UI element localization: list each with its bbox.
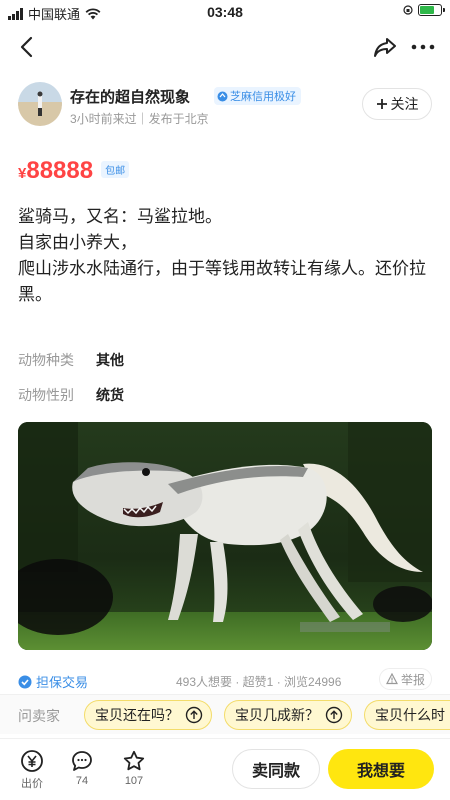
attribute-row: 动物性别 统货 [18, 377, 432, 412]
back-chevron-icon[interactable] [14, 34, 40, 60]
status-right [403, 4, 445, 16]
free-shipping-tag: 包邮 [101, 161, 130, 178]
description-line: 爬山涉水水陆通行，由于等钱用故转让有缘人。还价拉黑。 [18, 259, 426, 304]
favorites-count: 107 [124, 775, 144, 787]
follow-label: 关注 [390, 96, 419, 112]
favorite-button[interactable]: 107 [114, 749, 154, 787]
rotation-lock-icon [403, 5, 413, 15]
report-button[interactable]: 举报 [378, 668, 432, 690]
comments-button[interactable]: 74 [62, 749, 102, 787]
clock-time: 03:48 [207, 4, 243, 20]
nav-bar [0, 30, 450, 64]
star-icon [123, 750, 145, 771]
yen-coin-icon [21, 750, 43, 772]
sell-same-button[interactable]: 卖同款 [232, 749, 320, 789]
seller-header: 存在的超自然现象 芝麻信用极好 3小时前来过｜发布于北京 关注 [18, 82, 432, 130]
credit-badge: 芝麻信用极好 [214, 87, 301, 105]
item-description: 鲨骑马，又名：马鲨拉地。 自家由小养大， 爬山涉水水陆通行，由于等钱用故转让有缘… [18, 204, 432, 308]
shield-icon [18, 675, 32, 688]
attribute-row: 动物种类 其他 [18, 342, 432, 377]
seller-avatar[interactable] [18, 82, 62, 126]
credit-badge-label: 芝麻信用极好 [230, 91, 296, 103]
bottom-action-bar: 出价 74 107 卖同款 我想要 [0, 738, 450, 800]
quick-question-chip[interactable]: 宝贝什么时 [364, 700, 450, 730]
price-row: ¥ 88888 包邮 [18, 157, 130, 185]
more-dots-icon[interactable] [408, 34, 438, 60]
attribute-value: 其他 [96, 351, 124, 368]
bid-button[interactable]: 出价 [12, 749, 52, 791]
attribute-key: 动物性别 [18, 386, 74, 403]
warning-icon [385, 673, 398, 685]
chip-label: 宝贝什么时 [375, 707, 445, 723]
description-line: 鲨骑马，又名：马鲨拉地。 [18, 207, 222, 226]
item-attributes: 动物种类 其他 动物性别 统货 [18, 342, 432, 412]
seller-meta: 3小时前来过｜发布于北京 [70, 112, 209, 126]
battery-icon [418, 4, 445, 16]
chip-label: 宝贝还在吗？ [95, 707, 179, 723]
description-line: 自家由小养大， [18, 233, 137, 252]
chip-label: 宝贝几成新？ [235, 707, 319, 723]
stats-row: 担保交易 493人想要 · 超赞1 · 浏览24996 举报 [18, 668, 432, 691]
comments-count: 74 [75, 775, 89, 787]
share-icon[interactable] [372, 34, 398, 60]
quick-question-chip[interactable]: 宝贝几成新？ [224, 700, 352, 730]
report-label: 举报 [400, 672, 425, 687]
plus-icon [376, 99, 387, 109]
shark-horse-illustration [18, 422, 432, 650]
ask-seller-bar: 问卖家 宝贝还在吗？ 宝贝几成新？ 宝贝什么时 [0, 694, 450, 734]
seller-name[interactable]: 存在的超自然现象 [70, 86, 190, 107]
chat-bubble-icon [72, 751, 92, 771]
view-stats: 493人想要 · 超赞1 · 浏览24996 [176, 675, 342, 689]
guarantee-link[interactable]: 担保交易 [18, 672, 88, 691]
i-want-button[interactable]: 我想要 [328, 749, 434, 789]
product-photo[interactable] [18, 422, 432, 650]
arrow-up-circle-icon [325, 706, 343, 724]
sesame-credit-icon [217, 91, 228, 101]
attribute-value: 统货 [96, 386, 124, 403]
follow-button[interactable]: 关注 [362, 88, 432, 120]
price-currency: ¥ [18, 165, 27, 182]
price-value: 88888 [26, 157, 94, 184]
attribute-key: 动物种类 [18, 351, 74, 368]
arrow-up-circle-icon [185, 706, 203, 724]
quick-question-chip[interactable]: 宝贝还在吗？ [84, 700, 212, 730]
ask-seller-label: 问卖家 [18, 708, 60, 724]
bid-label: 出价 [21, 778, 43, 790]
guarantee-label: 担保交易 [36, 675, 89, 690]
status-bar: 中国联通 03:48 [0, 0, 450, 24]
